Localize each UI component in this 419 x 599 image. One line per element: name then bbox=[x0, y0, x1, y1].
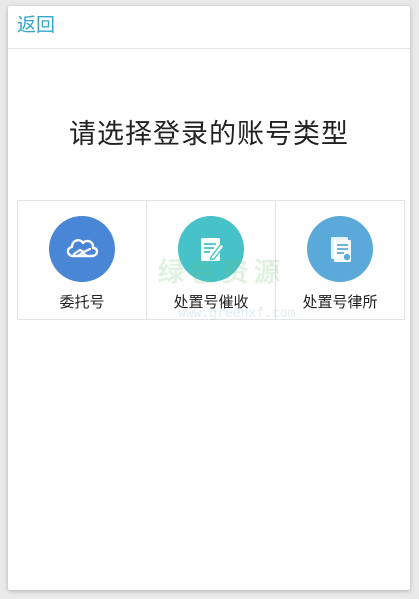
page-title: 请选择登录的账号类型 bbox=[69, 119, 349, 150]
option-collection[interactable]: 处置号催收 bbox=[147, 201, 276, 319]
top-bar: 返回 bbox=[8, 6, 410, 49]
option-entrust-icon-circle bbox=[49, 216, 115, 282]
option-lawfirm-label: 处置号律所 bbox=[302, 293, 378, 311]
document-edit-icon bbox=[201, 238, 225, 261]
cloud-handshake-icon bbox=[66, 239, 99, 258]
back-button[interactable]: 返回 bbox=[17, 13, 55, 37]
account-type-options: 委托号 处置号催收 处置号律所 bbox=[17, 200, 405, 320]
option-collection-label: 处置号催收 bbox=[173, 293, 249, 311]
option-entrust-label: 委托号 bbox=[59, 293, 105, 311]
app-screen: 返回 请选择登录的账号类型 委托号 处置号催收 处置号律所 绿色资源 www.g… bbox=[8, 6, 410, 590]
option-lawfirm[interactable]: 处置号律所 bbox=[276, 201, 404, 319]
document-list-icon bbox=[331, 237, 351, 262]
option-collection-icon-circle bbox=[178, 216, 244, 282]
option-lawfirm-icon-circle bbox=[307, 216, 373, 282]
option-entrust[interactable]: 委托号 bbox=[18, 201, 147, 319]
